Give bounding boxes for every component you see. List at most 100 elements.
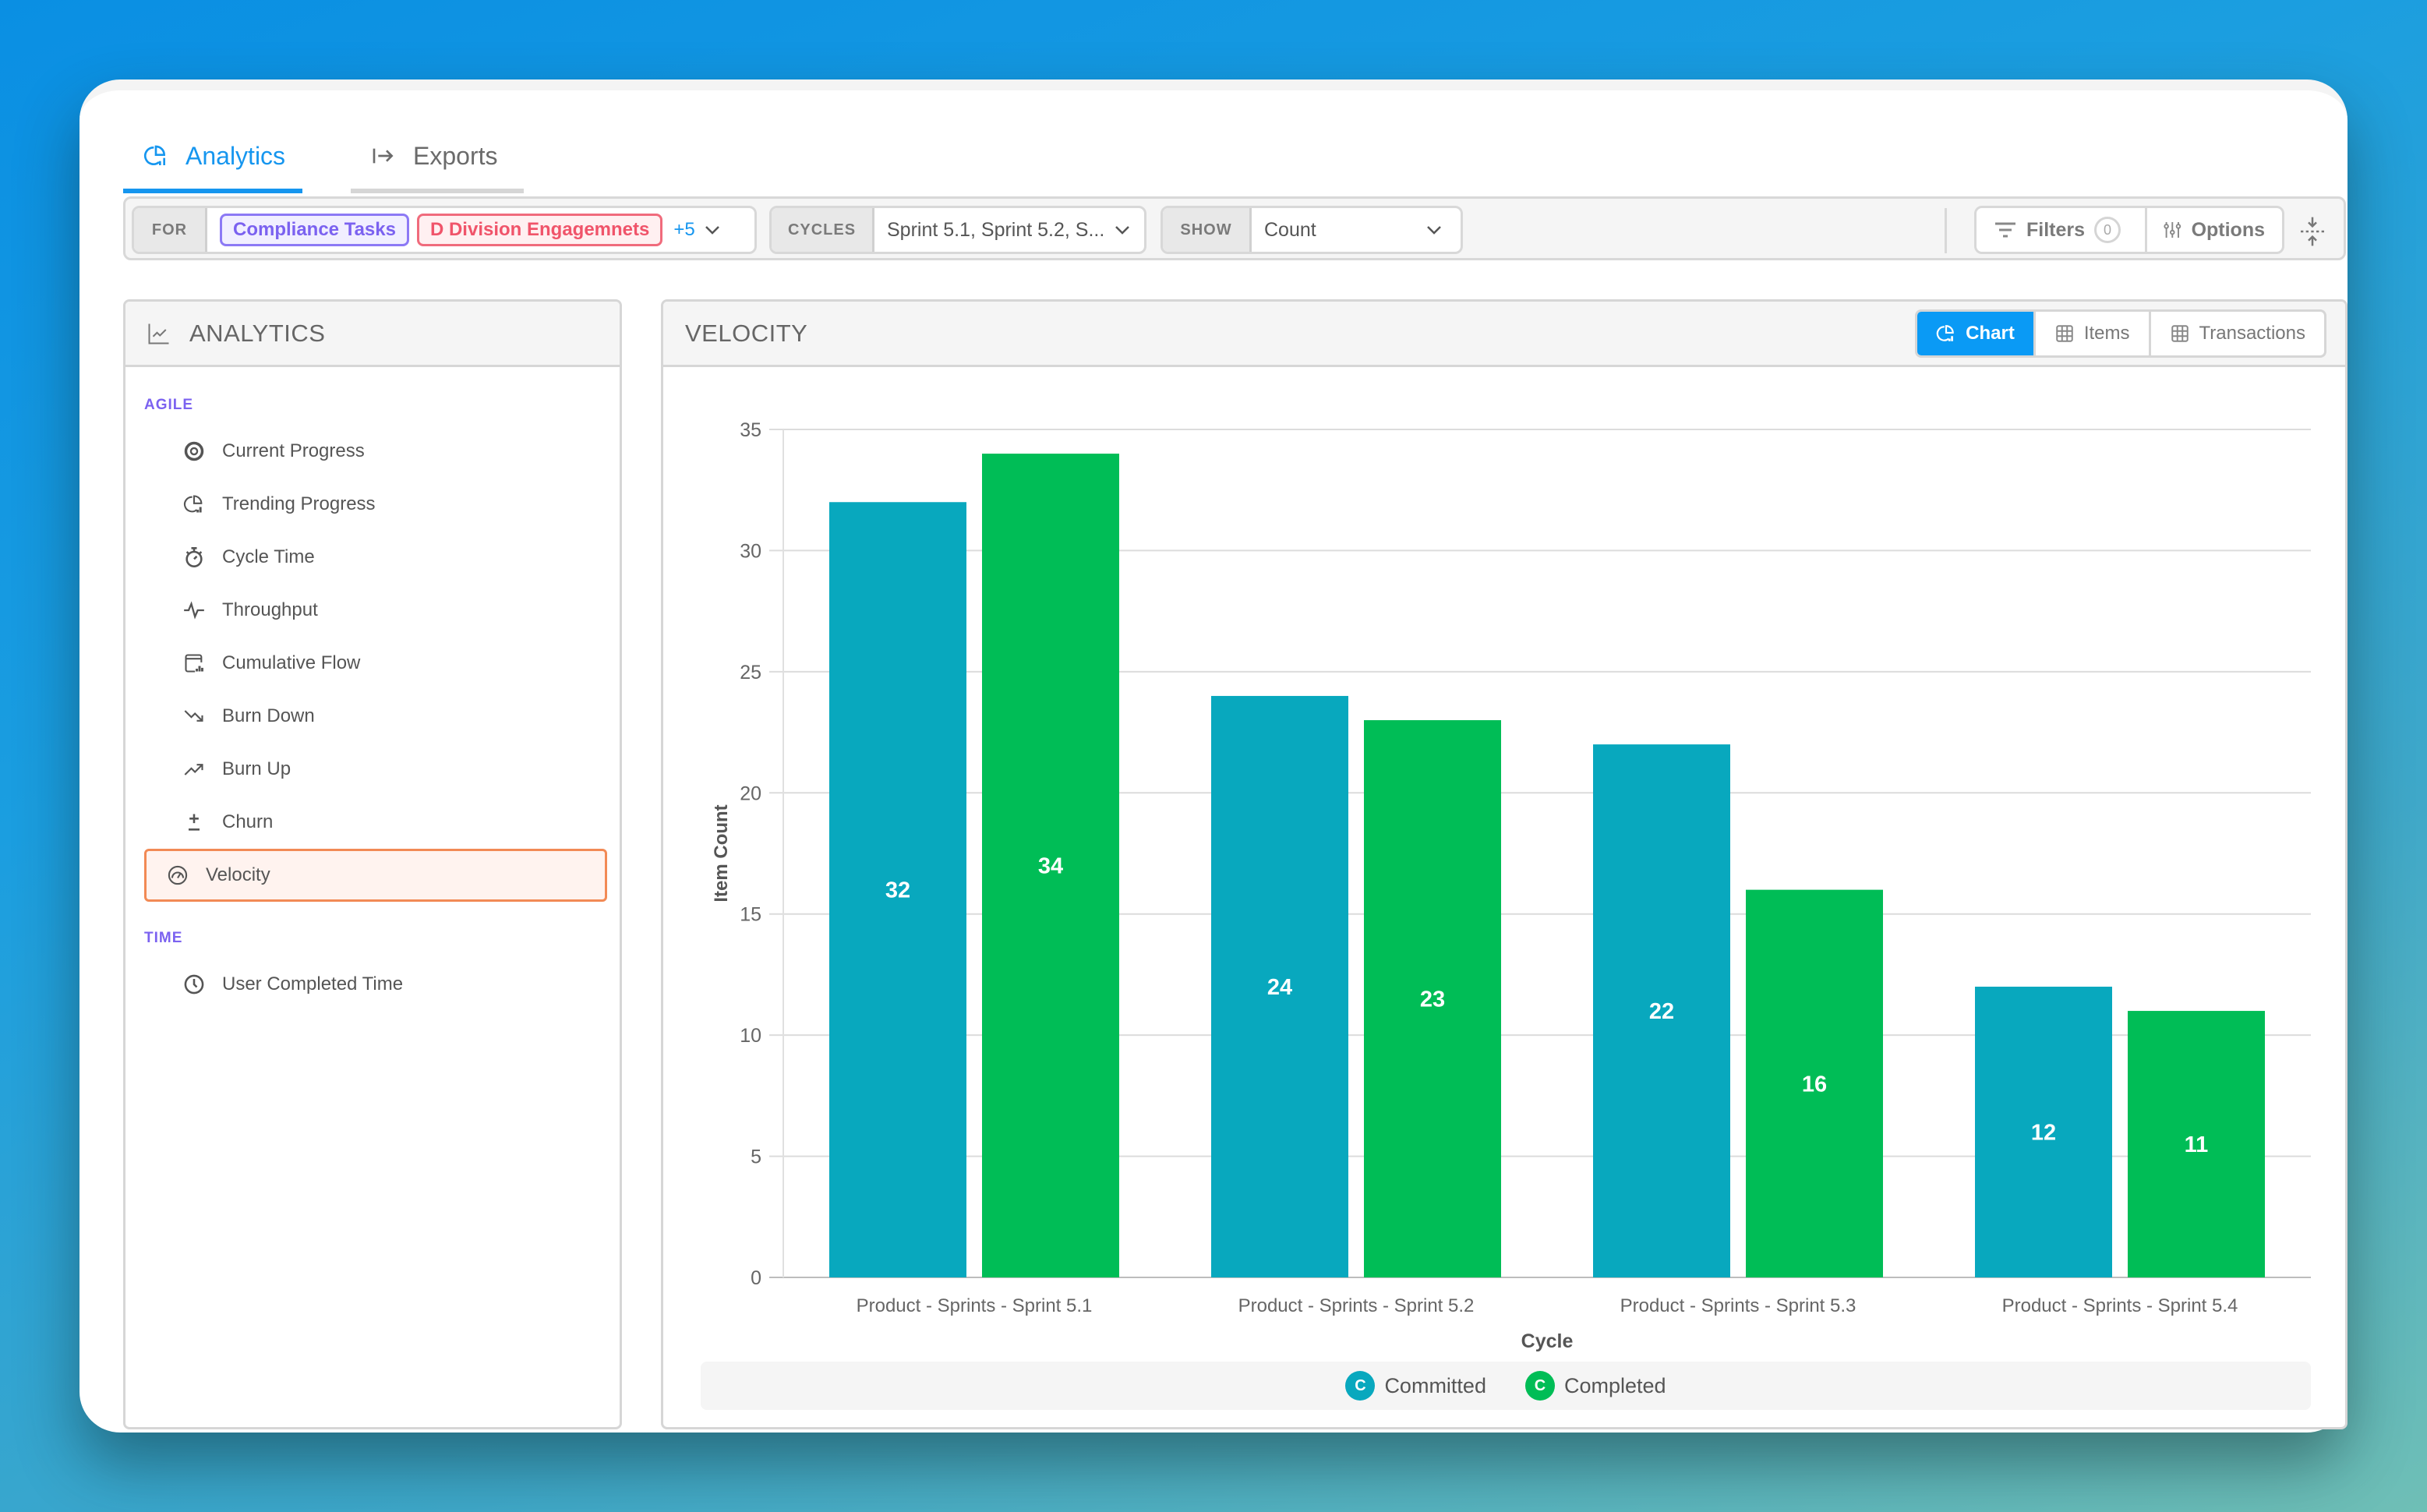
table-icon — [2171, 325, 2189, 342]
legend-committed-dot: C — [1345, 1371, 1376, 1401]
line-chart-icon — [148, 323, 169, 344]
sliders-icon — [2164, 222, 2181, 238]
filter-toolbar: FOR Compliance Tasks D Division Engagemn… — [123, 196, 2346, 260]
velocity-panel: VELOCITY Chart Items Transactions 0 5 10 15… — [661, 299, 2348, 1429]
bar-data-label: 24 — [1267, 975, 1292, 1000]
gauge-icon — [168, 865, 188, 885]
sidebar-item-burn-down[interactable]: Burn Down — [144, 690, 607, 743]
section-time: TIME — [144, 930, 183, 946]
chevron-down-icon[interactable] — [1425, 224, 1443, 236]
y-tick-label: 0 — [751, 1267, 761, 1289]
legend-completed-label: Completed — [1563, 1373, 1666, 1397]
bar-data-label: 23 — [1420, 987, 1445, 1012]
pulse-icon — [184, 601, 204, 620]
cycles-selector[interactable]: CYCLES Sprint 5.1, Sprint 5.2, S... — [769, 206, 1146, 254]
analytics-icon — [144, 145, 166, 165]
legend-item-completed[interactable]: C Completed — [1524, 1371, 1666, 1401]
filter-icon — [1995, 222, 2015, 238]
bar-data-label: 12 — [2031, 1120, 2056, 1145]
tab-exports[interactable]: Exports — [351, 123, 524, 193]
y-tick-label: 20 — [740, 782, 761, 804]
tab-exports-label: Exports — [413, 141, 498, 170]
filter-options-group: Filters 0 Options — [1974, 206, 2284, 254]
sidebar-title: ANALYTICS — [189, 319, 326, 347]
x-axis-title: Cycle — [1521, 1330, 1574, 1352]
sidebar-item-label: Velocity — [206, 864, 270, 885]
view-items-label: Items — [2083, 323, 2130, 344]
chart-icon — [1936, 325, 1954, 341]
bar-data-label: 32 — [885, 878, 910, 903]
sidebar-item-churn[interactable]: Churn — [144, 796, 607, 849]
analytics-sidebar: ANALYTICS AGILE Current Progress Trendin… — [123, 299, 622, 1429]
y-axis-title: Item Count — [711, 804, 732, 902]
view-transactions-button[interactable]: Transactions — [2148, 312, 2325, 355]
sidebar-item-cumulative-flow[interactable]: Cumulative Flow — [144, 637, 607, 690]
view-chart-label: Chart — [1966, 323, 2015, 344]
sidebar-item-cycle-time[interactable]: Cycle Time — [144, 531, 607, 584]
show-label: SHOW — [1163, 208, 1252, 252]
x-tick-label: Product - Sprints - Sprint 5.4 — [2002, 1295, 2238, 1316]
sidebar-item-label: Cycle Time — [222, 546, 315, 567]
sidebar-item-label: Trending Progress — [222, 493, 376, 514]
legend-item-committed[interactable]: C Committed — [1345, 1371, 1486, 1401]
sidebar-item-throughput[interactable]: Throughput — [144, 584, 607, 637]
sidebar-item-trending-progress[interactable]: Trending Progress — [144, 478, 607, 531]
x-tick-label: Product - Sprints - Sprint 5.2 — [1238, 1295, 1475, 1316]
legend-completed-dot: C — [1524, 1371, 1555, 1401]
chevron-down-icon[interactable] — [1113, 224, 1132, 236]
for-label: FOR — [134, 208, 207, 252]
sidebar-item-label: User Completed Time — [222, 973, 404, 994]
trend-down-icon — [184, 710, 203, 722]
chip-compliance-tasks[interactable]: Compliance Tasks — [220, 214, 409, 246]
more-count[interactable]: +5 — [673, 219, 694, 241]
y-tick-label: 15 — [740, 904, 761, 926]
velocity-bar-chart: 0 5 10 15 20 25 30 35 Item Count 32 34 Product - Sp… — [711, 419, 2311, 1352]
legend-committed-label: Committed — [1384, 1373, 1486, 1397]
sidebar-item-label: Cumulative Flow — [222, 652, 361, 673]
options-button[interactable]: Options — [2145, 208, 2282, 252]
clock-icon — [184, 974, 204, 994]
tab-analytics[interactable]: Analytics — [123, 123, 302, 193]
filters-button[interactable]: Filters 0 — [1977, 208, 2145, 252]
collapse-icon[interactable] — [2297, 216, 2328, 247]
sidebar-item-label: Throughput — [222, 599, 318, 620]
sidebar-item-burn-up[interactable]: Burn Up — [144, 743, 607, 796]
plus-minus-icon — [189, 814, 200, 831]
table-icon — [2056, 325, 2073, 342]
cycles-value: Sprint 5.1, Sprint 5.2, S... — [887, 218, 1105, 241]
view-chart-button[interactable]: Chart — [1917, 312, 2033, 355]
chevron-down-icon[interactable] — [703, 224, 722, 236]
sidebar-header: ANALYTICS — [125, 302, 620, 367]
trending-progress-icon — [183, 495, 203, 513]
x-tick-label: Product - Sprints - Sprint 5.1 — [857, 1295, 1093, 1316]
sidebar-item-label: Churn — [222, 811, 274, 832]
sidebar-item-label: Burn Up — [222, 758, 291, 779]
x-tick-label: Product - Sprints - Sprint 5.3 — [1620, 1295, 1856, 1316]
sidebar-item-label: Burn Down — [222, 705, 315, 726]
sidebar-item-label: Current Progress — [222, 440, 365, 461]
chip-d-division[interactable]: D Division Engagemnets — [416, 214, 663, 246]
tab-analytics-label: Analytics — [185, 141, 286, 170]
panel-title: VELOCITY — [685, 319, 808, 347]
y-tick-label: 10 — [740, 1025, 761, 1047]
stopwatch-icon — [185, 547, 203, 567]
view-switcher: Chart Items Transactions — [1915, 309, 2326, 358]
y-tick-label: 30 — [740, 540, 761, 562]
top-tabs: Analytics Exports — [123, 123, 524, 193]
current-progress-icon — [184, 441, 204, 461]
bar-data-label: 16 — [1802, 1072, 1827, 1097]
filters-label: Filters — [2026, 218, 2086, 241]
bar-data-label: 11 — [2185, 1132, 2209, 1157]
view-transactions-label: Transactions — [2199, 323, 2306, 344]
bar-data-label: 34 — [1038, 854, 1063, 879]
sidebar-item-user-completed-time[interactable]: User Completed Time — [144, 958, 607, 1011]
toolbar-divider — [1945, 208, 1947, 253]
show-value: Count — [1264, 218, 1316, 241]
sidebar-item-current-progress[interactable]: Current Progress — [144, 425, 607, 478]
cycles-label: CYCLES — [772, 208, 874, 252]
sidebar-item-velocity[interactable]: Velocity — [144, 849, 607, 902]
options-label: Options — [2191, 218, 2265, 241]
show-selector[interactable]: SHOW Count — [1161, 206, 1463, 254]
view-items-button[interactable]: Items — [2033, 312, 2149, 355]
for-selector[interactable]: FOR Compliance Tasks D Division Engagemn… — [132, 206, 757, 254]
